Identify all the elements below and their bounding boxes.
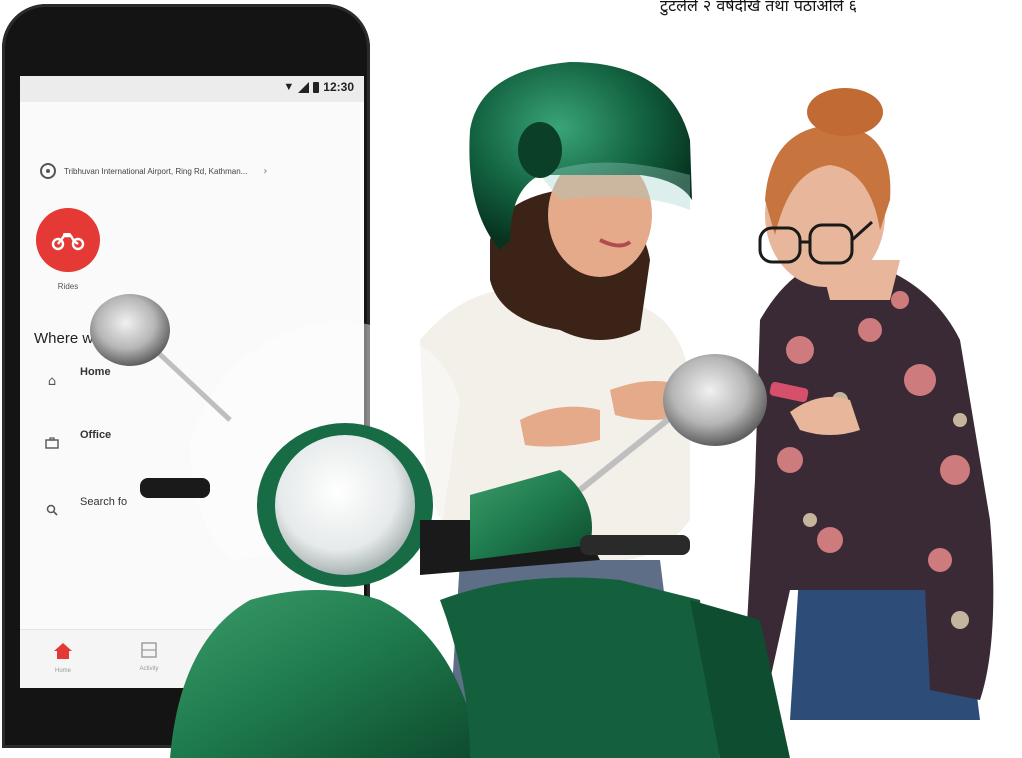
- saved-place-title: Office: [80, 429, 112, 441]
- bottom-nav: Home Activity: [20, 629, 364, 688]
- saved-place-title: Home: [80, 366, 111, 378]
- search-destination-label: Search fo: [80, 496, 128, 508]
- home-icon: [54, 643, 72, 659]
- chevron-right-icon: ›: [263, 165, 268, 177]
- destination-prompt: Where w to go?: [34, 330, 140, 347]
- motorbike-icon: [51, 233, 85, 251]
- location-pin-icon: [40, 163, 56, 179]
- woman-right: [745, 88, 994, 720]
- status-bar: ▼ 12:30: [20, 76, 364, 102]
- rides-label: Rides: [57, 282, 79, 291]
- rides-button[interactable]: [36, 208, 100, 272]
- status-icons: ▼ 12:30: [283, 80, 354, 94]
- phone-device: ▼ 12:30 Tribhuvan International Airport,…: [2, 4, 370, 748]
- search-icon: [44, 504, 60, 520]
- pickup-location-row[interactable]: Tribhuvan International Airport, Ring Rd…: [40, 160, 350, 182]
- battery-icon: [313, 81, 320, 93]
- app-screen: ▼ 12:30 Tribhuvan International Airport,…: [20, 76, 364, 688]
- saved-place-office[interactable]: Office: [40, 429, 340, 469]
- nav-home[interactable]: Home: [38, 642, 88, 674]
- signal-icon: [298, 81, 310, 93]
- nav-home-label: Home: [54, 668, 71, 674]
- woman-left: [420, 62, 692, 720]
- wifi-icon: ▼: [283, 81, 295, 93]
- briefcase-icon: [44, 437, 60, 453]
- search-destination-row[interactable]: Search fo: [40, 496, 340, 536]
- status-time: 12:30: [323, 80, 354, 94]
- article-caption: टुटलेले २ वर्षदेखि तथा पठाओले ६: [660, 0, 857, 15]
- home-icon: ⌂: [47, 374, 57, 389]
- nav-activity-label: Activity: [139, 666, 159, 672]
- nav-activity[interactable]: Activity: [124, 642, 174, 672]
- list-icon: [141, 642, 157, 658]
- pickup-location-text: Tribhuvan International Airport, Ring Rd…: [64, 166, 248, 176]
- saved-place-home[interactable]: ⌂ Home: [40, 366, 340, 406]
